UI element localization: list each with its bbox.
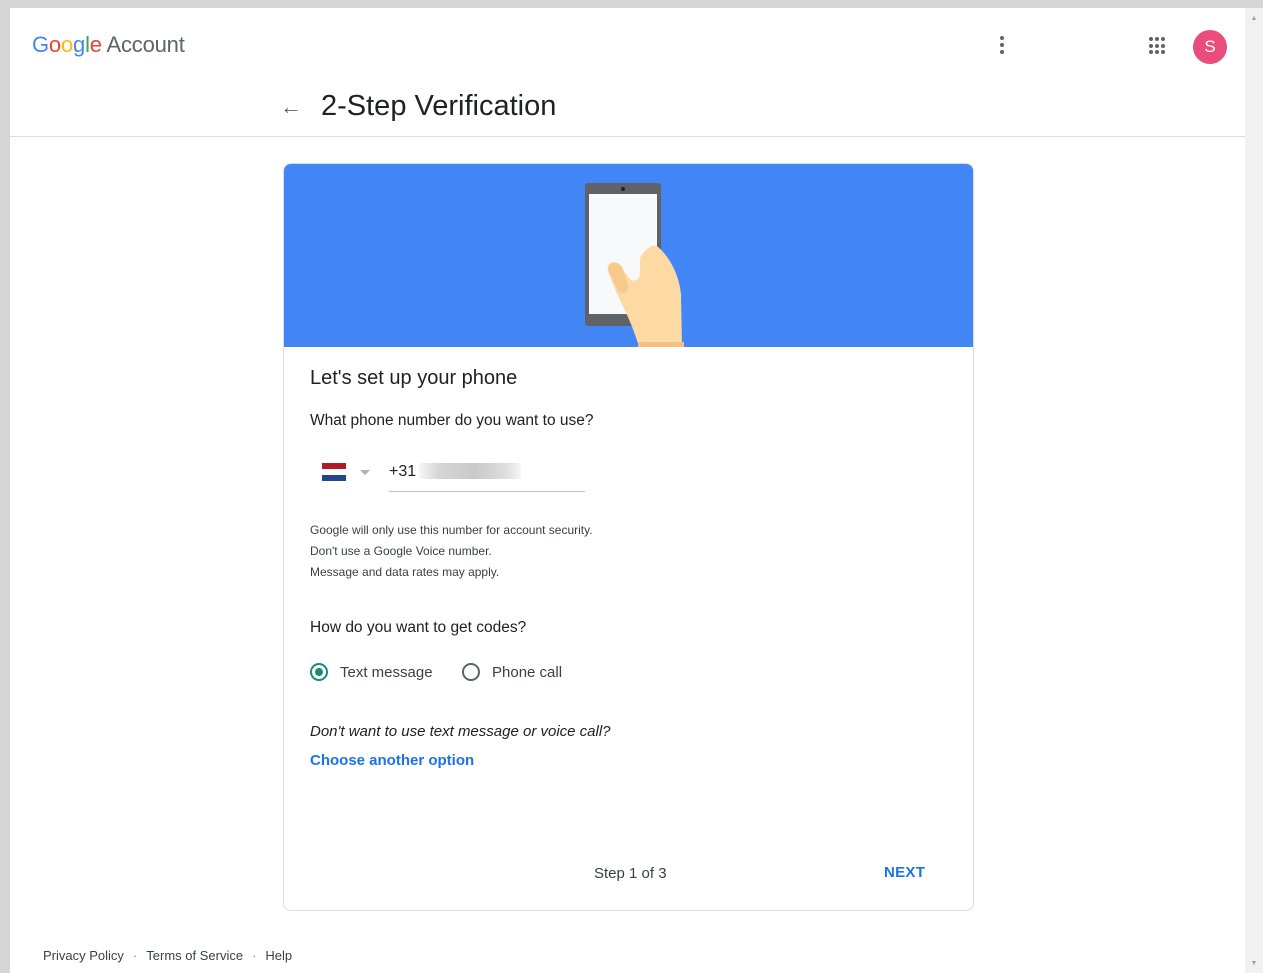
country-code-prefix: +31 <box>389 463 417 480</box>
radio-phone-call[interactable]: Phone call <box>462 660 562 684</box>
country-dropdown-arrow-icon[interactable] <box>360 470 370 475</box>
top-app-bar: Google Account S <box>10 8 1245 84</box>
setup-phone-card: Let's set up your phone What phone numbe… <box>283 163 974 911</box>
logo-letter: e <box>89 32 102 57</box>
vertical-scrollbar[interactable]: ▲ ▼ <box>1245 8 1263 973</box>
terms-of-service-link[interactable]: Terms of Service <box>146 948 243 963</box>
phone-number-row: +31 <box>310 451 610 495</box>
radio-text-message[interactable]: Text message <box>310 660 433 684</box>
note-line: Google will only use this number for acc… <box>310 523 593 537</box>
page: Google Account S ← 2-Step Verification L… <box>10 8 1245 973</box>
scroll-up-arrow-icon[interactable]: ▲ <box>1245 12 1263 26</box>
google-account-logo[interactable]: Google Account <box>32 32 185 58</box>
logo-letter: g <box>73 32 86 57</box>
footer-separator: · <box>252 948 257 963</box>
radio-checked-icon[interactable] <box>310 663 328 681</box>
alternative-option-question: Don't want to use text message or voice … <box>310 723 611 740</box>
phone-usage-notes: Google will only use this number for acc… <box>310 520 593 583</box>
footer-separator: · <box>132 948 138 963</box>
logo-letter: o <box>48 32 61 57</box>
radio-label: Text message <box>340 663 433 681</box>
radio-unchecked-icon[interactable] <box>462 663 480 681</box>
page-title: 2-Step Verification <box>321 90 557 122</box>
phone-illustration-banner <box>284 164 973 347</box>
hand-holding-phone-illustration <box>585 183 684 347</box>
codes-method-radio-group: Text message Phone call <box>310 660 710 684</box>
codes-method-question: How do you want to get codes? <box>310 619 527 636</box>
help-link[interactable]: Help <box>265 948 292 963</box>
note-line: Don't use a Google Voice number. <box>310 544 492 558</box>
next-button[interactable]: NEXT <box>874 858 935 887</box>
footer-links: Privacy Policy · Terms of Service · Help <box>43 948 292 963</box>
note-line: Message and data rates may apply. <box>310 565 500 579</box>
avatar[interactable]: S <box>1193 30 1227 64</box>
logo-account-word: Account <box>106 32 185 57</box>
back-arrow-icon[interactable]: ← <box>280 94 302 120</box>
title-bar: ← 2-Step Verification <box>10 84 1245 137</box>
more-vert-icon[interactable] <box>992 32 1012 58</box>
apps-grid-icon[interactable] <box>1149 37 1167 55</box>
netherlands-flag-icon[interactable] <box>322 463 346 481</box>
phone-number-input[interactable]: +31 <box>389 453 585 492</box>
step-indicator: Step 1 of 3 <box>594 865 667 882</box>
logo-letter: G <box>32 32 49 57</box>
scroll-down-arrow-icon[interactable]: ▼ <box>1245 957 1263 971</box>
phone-number-question: What phone number do you want to use? <box>310 412 594 429</box>
choose-another-option-link[interactable]: Choose another option <box>310 752 474 769</box>
redacted-phone-number <box>419 463 521 479</box>
card-heading: Let's set up your phone <box>310 367 518 389</box>
logo-letter: o <box>60 32 74 57</box>
privacy-policy-link[interactable]: Privacy Policy <box>43 948 124 963</box>
radio-label: Phone call <box>492 663 563 681</box>
